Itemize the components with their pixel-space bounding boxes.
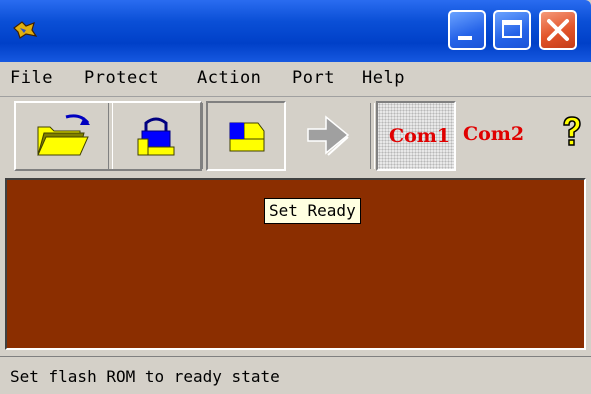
question-mark-icon [563,116,581,146]
protect-button[interactable] [114,103,198,169]
app-icon[interactable] [12,20,38,40]
tooltip: Set Ready [264,198,361,224]
help-button[interactable] [558,115,586,151]
lock-icon [137,117,175,156]
title-bar [0,0,591,62]
set-ready-button[interactable] [206,101,286,171]
toolbar: Com1 Com2 [0,97,591,177]
minimize-button[interactable] [448,10,486,50]
menu-protect[interactable]: Protect [84,68,159,88]
open-folder-icon [37,114,90,156]
com1-button[interactable]: Com1 [376,101,456,171]
com2-button[interactable]: Com2 [463,123,524,145]
menu-help[interactable]: Help [362,68,405,88]
arrow-icon [307,115,350,156]
maximize-button[interactable] [493,10,531,50]
com1-label: Com1 [389,125,451,147]
status-bar: Set flash ROM to ready state [0,356,591,394]
toolbar-separator [108,103,113,169]
maximize-icon [502,20,522,38]
menu-file[interactable]: File [10,68,53,88]
menu-bar: File Protect Action Port Help [0,62,591,97]
close-button[interactable] [539,10,577,50]
open-button[interactable] [18,103,106,169]
minimize-icon [458,36,472,40]
menu-action[interactable]: Action [197,68,261,88]
action-button[interactable] [292,103,370,169]
toolbar-separator [370,103,375,169]
menu-port[interactable]: Port [292,68,335,88]
close-icon [547,19,569,41]
ready-chip-icon [229,122,265,152]
status-text: Set flash ROM to ready state [10,367,280,386]
